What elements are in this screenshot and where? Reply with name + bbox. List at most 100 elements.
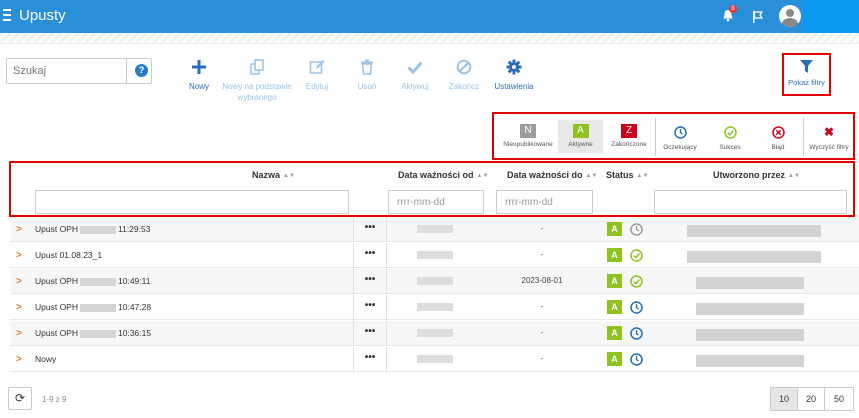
search-input[interactable] bbox=[7, 59, 127, 83]
status-badge: A bbox=[607, 248, 622, 262]
finished-label: Zakończone bbox=[611, 141, 647, 148]
valid-to-filter-input[interactable]: rrrr-mm-dd bbox=[496, 190, 593, 214]
delete-button[interactable]: Usuń bbox=[352, 59, 382, 92]
row-name: Upust OPH 11:29:53 bbox=[35, 224, 150, 234]
row-name: Nowy bbox=[35, 354, 57, 364]
row-valid-to: - bbox=[540, 224, 544, 233]
pagination-info: 1-9 z 9 bbox=[42, 395, 67, 404]
column-created-by[interactable]: Utworzono przez ▲▼ bbox=[713, 170, 800, 180]
row-name-prefix: Upust OPH bbox=[35, 328, 78, 338]
row-valid-to: 2023-08-01 bbox=[521, 276, 563, 285]
edit-label: Edytuj bbox=[305, 82, 329, 91]
finish-button[interactable]: Zakończ bbox=[446, 59, 482, 92]
refresh-button[interactable]: ⟳ bbox=[8, 387, 32, 410]
expand-chevron-icon[interactable]: > bbox=[16, 276, 22, 287]
hamburger-menu-icon[interactable] bbox=[3, 9, 11, 23]
column-valid-to[interactable]: Data ważności do ▲▼ bbox=[507, 170, 597, 180]
help-icon[interactable]: ? bbox=[135, 64, 148, 77]
clear-x-icon: ✖ bbox=[823, 125, 835, 139]
search-box: ? bbox=[6, 58, 152, 84]
show-filters-button[interactable]: Pokaż filtry bbox=[782, 53, 831, 96]
check-circle-icon bbox=[723, 126, 737, 139]
expand-chevron-icon[interactable]: > bbox=[16, 354, 22, 365]
table-row[interactable]: > Upust OPH 10:47:28 ••• - A bbox=[10, 295, 859, 320]
column-valid-from[interactable]: Data ważności od ▲▼ bbox=[398, 170, 488, 180]
expand-chevron-icon[interactable]: > bbox=[16, 250, 22, 261]
delete-label: Usuń bbox=[357, 82, 377, 91]
sort-icon: ▲▼ bbox=[788, 172, 800, 179]
edit-button[interactable]: Edytuj bbox=[302, 59, 332, 92]
redacted-valid-from bbox=[417, 277, 453, 285]
notifications-bell-icon[interactable]: 8 bbox=[722, 5, 737, 22]
active-label: Aktywne bbox=[568, 141, 593, 148]
redacted-valid-from bbox=[417, 251, 453, 259]
redacted-text bbox=[80, 329, 116, 338]
clock-icon bbox=[630, 353, 643, 366]
status-badge: A bbox=[607, 352, 622, 366]
filter-success[interactable]: Sukces bbox=[712, 124, 748, 151]
status-badge: A bbox=[607, 326, 622, 340]
refresh-icon: ⟳ bbox=[14, 391, 26, 405]
redacted-valid-from bbox=[417, 355, 453, 363]
valid-from-filter-input[interactable]: rrrr-mm-dd bbox=[388, 190, 484, 214]
row-name: Upust 01.08.23_1 bbox=[35, 250, 103, 260]
row-valid-to: - bbox=[540, 354, 544, 363]
gear-icon bbox=[506, 59, 522, 75]
row-actions-button[interactable]: ••• bbox=[353, 347, 387, 372]
settings-button[interactable]: Ustawienia bbox=[492, 59, 536, 92]
user-avatar[interactable] bbox=[779, 5, 801, 27]
expand-chevron-icon[interactable]: > bbox=[16, 224, 22, 235]
row-actions-button[interactable]: ••• bbox=[353, 243, 387, 268]
page-size-50[interactable]: 50 bbox=[824, 387, 854, 411]
expand-chevron-icon[interactable]: > bbox=[16, 302, 22, 313]
flag-icon[interactable] bbox=[752, 10, 764, 28]
table-row[interactable]: > Nowy ••• - A bbox=[10, 347, 859, 372]
clear-filters-button[interactable]: ✖ Wyczyść filtry bbox=[805, 124, 853, 152]
trash-icon bbox=[359, 59, 375, 75]
name-filter-input[interactable] bbox=[35, 190, 349, 214]
row-name-prefix: Upust OPH bbox=[35, 276, 78, 286]
row-actions-button[interactable]: ••• bbox=[353, 269, 387, 294]
filter-finished[interactable]: Z Zakończone bbox=[604, 124, 654, 148]
row-name: Upust OPH 10:36:15 bbox=[35, 328, 151, 338]
column-status[interactable]: Status ▲▼ bbox=[606, 170, 648, 180]
expand-chevron-icon[interactable]: > bbox=[16, 328, 22, 339]
row-name-suffix: 10:49:11 bbox=[118, 276, 151, 286]
page-size-20[interactable]: 20 bbox=[797, 387, 825, 411]
column-status-label: Status bbox=[606, 170, 634, 180]
user-menu[interactable] bbox=[803, 0, 859, 33]
row-actions-button[interactable]: ••• bbox=[353, 321, 387, 346]
table-row[interactable]: > Upust 01.08.23_1 ••• - A bbox=[10, 243, 859, 268]
activate-label: Aktywuj bbox=[401, 82, 429, 91]
separator bbox=[803, 118, 804, 156]
activate-button[interactable]: Aktywuj bbox=[398, 59, 432, 92]
column-valid-from-label: Data ważności od bbox=[398, 170, 474, 180]
table-row[interactable]: > Upust OPH 10:49:11 ••• 2023-08-01 A bbox=[10, 269, 859, 294]
filter-unpublished[interactable]: N Nieopublikowane bbox=[499, 124, 557, 148]
copy-icon bbox=[249, 59, 265, 75]
filter-pending[interactable]: Oczekujący bbox=[660, 124, 700, 151]
check-icon bbox=[407, 59, 423, 75]
plus-icon bbox=[191, 59, 207, 75]
new-label: Nowy bbox=[188, 82, 209, 91]
sort-icon: ▲▼ bbox=[283, 172, 295, 179]
row-actions-button[interactable]: ••• bbox=[353, 217, 387, 242]
created-by-filter-input[interactable] bbox=[654, 190, 847, 214]
filter-error[interactable]: Błąd bbox=[760, 124, 796, 151]
row-name-suffix: 10:47:28 bbox=[118, 302, 152, 312]
new-button[interactable]: Nowy bbox=[186, 59, 212, 92]
table-row[interactable]: > Upust OPH 10:36:15 ••• - A bbox=[10, 321, 859, 346]
column-name[interactable]: Nazwa ▲▼ bbox=[252, 170, 295, 180]
redacted-created-by bbox=[696, 303, 804, 315]
active-badge: A bbox=[572, 124, 589, 138]
table-row[interactable]: > Upust OPH 11:29:53 ••• - A bbox=[10, 217, 859, 242]
error-circle-icon bbox=[771, 126, 785, 139]
row-name: Upust OPH 10:49:11 bbox=[35, 276, 150, 286]
clock-icon bbox=[630, 223, 643, 236]
filter-active[interactable]: A Aktywne bbox=[558, 120, 603, 153]
clear-filters-label: Wyczyść filtry bbox=[809, 144, 849, 151]
row-name-suffix: 11:29:53 bbox=[118, 224, 151, 234]
new-from-selected-button[interactable]: Nowy na podstawie wybranego bbox=[222, 59, 292, 103]
row-actions-button[interactable]: ••• bbox=[353, 295, 387, 320]
page-size-10[interactable]: 10 bbox=[770, 387, 798, 411]
